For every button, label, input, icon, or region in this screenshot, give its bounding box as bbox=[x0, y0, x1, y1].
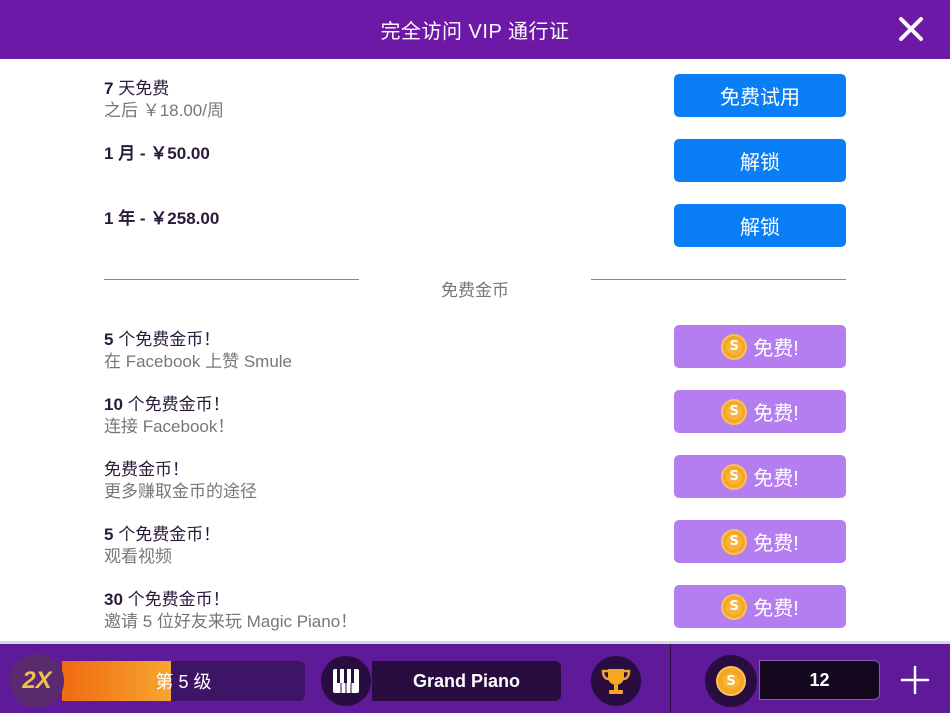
subscription-title: 1 年 - ￥258.00 bbox=[104, 209, 220, 228]
bar-separator bbox=[670, 644, 671, 713]
wallet-coin-icon[interactable]: S bbox=[705, 655, 757, 707]
free-button-label: 免费! bbox=[753, 403, 799, 425]
free-offer-row-facebook-like: 5 个免费金币！ 在 Facebook 上赞 Smule S 免费! bbox=[104, 325, 846, 371]
offer-subtitle: 邀请 5 位好友来玩 Magic Piano！ bbox=[104, 612, 358, 631]
free-button-label: 免费! bbox=[753, 338, 799, 360]
level-label: 第 5 级 bbox=[155, 672, 212, 692]
free-button-label: 免费! bbox=[753, 533, 799, 555]
free-coins-button[interactable]: S 免费! bbox=[674, 325, 846, 368]
coin-icon: S bbox=[721, 333, 748, 360]
offers-list: 7 天免费 之后 ￥18.00/周 免费试用 1 月 - ￥50.00 解锁 1… bbox=[0, 59, 950, 639]
free-offer-row-more-ways: 免费金币！ 更多赚取金币的途径 S 免费! bbox=[104, 455, 846, 501]
offer-subtitle: 观看视频 bbox=[104, 547, 172, 566]
free-coins-button[interactable]: S 免费! bbox=[674, 520, 846, 563]
close-icon bbox=[899, 17, 923, 41]
subscription-title: 1 月 - ￥50.00 bbox=[104, 144, 210, 163]
coin-icon: S bbox=[721, 463, 748, 490]
subscription-row-monthly: 1 月 - ￥50.00 解锁 bbox=[104, 139, 846, 183]
vip-pass-screen: 完全访问 VIP 通行证 7 天免费 之后 ￥18.00/周 免费试用 1 月 … bbox=[0, 0, 950, 713]
free-button-label: 免费! bbox=[753, 468, 799, 490]
coin-balance[interactable]: 12 bbox=[759, 660, 880, 700]
free-coins-button[interactable]: S 免费! bbox=[674, 455, 846, 498]
unlock-yearly-button[interactable]: 解锁 bbox=[674, 204, 846, 247]
score-multiplier-badge[interactable]: 2X bbox=[10, 654, 64, 708]
coin-balance-value: 12 bbox=[809, 669, 830, 690]
instrument-selector[interactable]: Grand Piano bbox=[372, 661, 561, 701]
multiplier-label: 2X bbox=[22, 667, 52, 694]
unlock-monthly-button[interactable]: 解锁 bbox=[674, 139, 846, 182]
divider-right bbox=[591, 279, 846, 280]
trophy-icon[interactable] bbox=[591, 656, 641, 706]
free-trial-button[interactable]: 免费试用 bbox=[674, 74, 846, 117]
offer-subtitle: 在 Facebook 上赞 Smule bbox=[104, 352, 293, 371]
coin-icon: S bbox=[721, 528, 748, 555]
subscription-row-yearly: 1 年 - ￥258.00 解锁 bbox=[104, 204, 846, 248]
free-offer-row-watch-video: 5 个免费金币！ 观看视频 S 免费! bbox=[104, 520, 846, 566]
close-button[interactable] bbox=[894, 12, 928, 46]
page-title: 完全访问 VIP 通行证 bbox=[380, 21, 570, 43]
subscription-subtitle: 之后 ￥18.00/周 bbox=[104, 101, 224, 120]
add-coins-button[interactable] bbox=[897, 662, 933, 698]
free-coins-button[interactable]: S 免费! bbox=[674, 390, 846, 433]
free-coins-button[interactable]: S 免费! bbox=[674, 585, 846, 628]
level-progress-bar[interactable]: 第 5 级 bbox=[62, 661, 305, 701]
subscription-row-weekly-trial: 7 天免费 之后 ￥18.00/周 免费试用 bbox=[104, 74, 846, 120]
coin-icon: S bbox=[721, 593, 748, 620]
coin-icon: S bbox=[716, 666, 746, 696]
piano-keys-icon[interactable] bbox=[321, 656, 371, 706]
bottom-status-bar: 第 5 级 2X Grand Piano 12 S bbox=[0, 641, 950, 713]
free-offer-row-invite-friends: 30 个免费金币！ 邀请 5 位好友来玩 Magic Piano！ S 免费! bbox=[104, 585, 846, 631]
free-button-label: 免费! bbox=[753, 598, 799, 620]
plus-icon bbox=[900, 665, 930, 695]
offer-subtitle: 更多赚取金币的途径 bbox=[104, 482, 257, 501]
free-offer-row-facebook-connect: 10 个免费金币！ 连接 Facebook！ S 免费! bbox=[104, 390, 846, 436]
instrument-label: Grand Piano bbox=[412, 670, 520, 691]
header-bar: 完全访问 VIP 通行证 bbox=[0, 0, 950, 59]
offer-subtitle: 连接 Facebook！ bbox=[104, 417, 235, 436]
coin-icon: S bbox=[721, 398, 748, 425]
